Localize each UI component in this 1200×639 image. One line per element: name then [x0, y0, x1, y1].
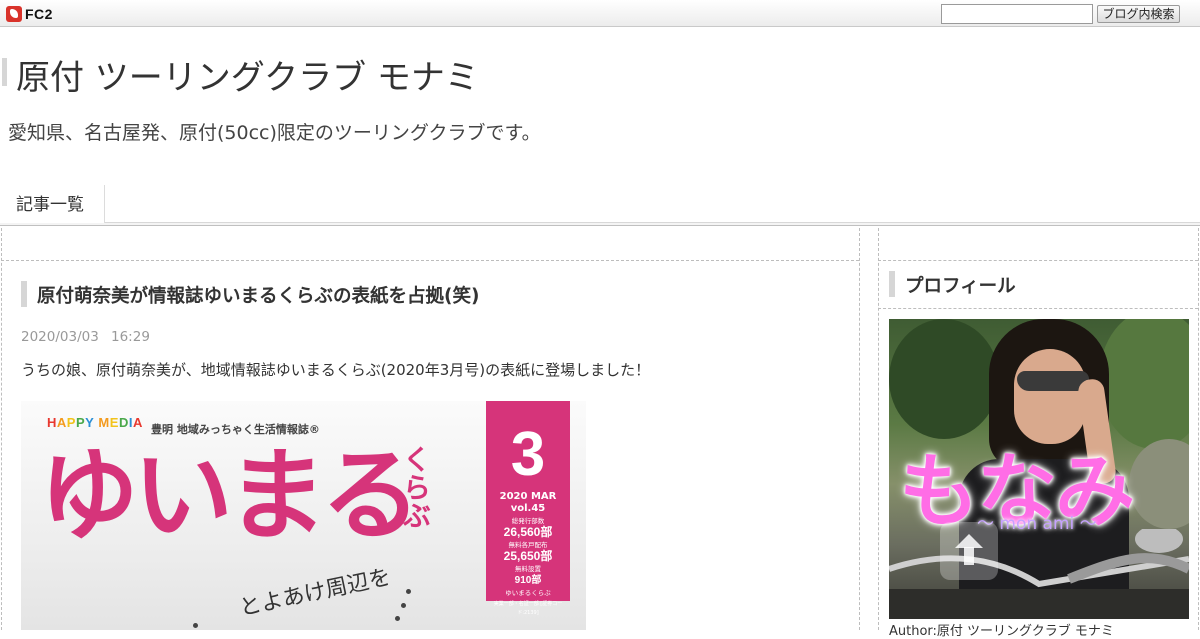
cover-dot — [406, 589, 411, 594]
fc2-logo-text: FC2 — [25, 5, 53, 22]
cover-publisher-note-2: 実業一部・名証一部 [証券コード:2139] — [493, 601, 563, 616]
page-top-arrow-icon[interactable] — [940, 522, 998, 580]
profile-heading: プロフィール — [905, 276, 1016, 297]
frame-line — [859, 228, 860, 630]
cover-placed: 910部 — [514, 575, 542, 586]
cover-issue-number: 3 — [510, 420, 546, 489]
frame-line — [1198, 228, 1199, 630]
fc2-fox-icon — [6, 5, 22, 22]
cover-circulation: 26,560部 — [503, 525, 553, 539]
cover-brand-letter: A — [56, 415, 67, 430]
cover-logo-kana: くらぶ — [399, 445, 432, 529]
cover-brand-letter: H — [47, 415, 57, 430]
nav-divider — [0, 222, 1200, 226]
magazine-cover-image[interactable]: HAPPY MEDIA 豊明 地域みっちゃく生活情報誌® ゆいまる くらぶ 3 … — [21, 401, 586, 630]
cover-delivered: 25,650部 — [503, 549, 553, 563]
cover-brand-letter: D — [118, 415, 129, 430]
cover-issue-date: 2020 MAR — [499, 491, 557, 502]
cover-publisher-note: ゆいまるくらぶ — [505, 589, 551, 597]
cover-tagline: とよあけ周辺を — [237, 564, 394, 622]
article-date: 2020/03/03 — [21, 329, 99, 345]
fc2-toolbar: FC2 ブログ内検索 — [0, 0, 1200, 27]
frame-line — [878, 308, 1198, 309]
cover-volume: vol.45 — [510, 503, 546, 514]
article-title-accent — [21, 281, 27, 307]
cover-issue-panel: 3 2020 MAR vol.45 総発行部数 26,560部 無料各戸配布 2… — [486, 401, 570, 616]
cover-placed-label: 無料設置 — [515, 565, 541, 573]
photo-foliage — [1129, 439, 1189, 529]
article-body-text: うちの娘、原付萌奈美が、地域情報誌ゆいまるくらぶ(2020年3月号)の表紙に登場… — [21, 361, 651, 379]
article-title[interactable]: 原付萌奈美が情報誌ゆいまるくらぶの表紙を占拠(笑) — [37, 282, 479, 308]
cover-brand-letter: P — [75, 415, 86, 430]
cover-subtitle: 豊明 地域みっちゃく生活情報誌® — [151, 423, 320, 436]
frame-line — [1, 228, 2, 630]
sidebar-title-accent — [889, 271, 895, 297]
frame-line — [878, 260, 1198, 261]
cover-brand-letter: P — [66, 415, 76, 430]
fc2-logo[interactable]: FC2 — [6, 5, 53, 22]
article-time: 16:29 — [111, 329, 150, 345]
cover-brand-letter: M — [98, 415, 110, 430]
cover-brand-letter: Y — [85, 415, 95, 430]
blog-search-input[interactable] — [941, 4, 1093, 24]
site-title[interactable]: 原付 ツーリングクラブ モナミ — [16, 50, 479, 99]
cover-dot — [193, 623, 198, 628]
cover-dot — [401, 603, 406, 608]
frame-line — [878, 228, 879, 630]
blog-search-button[interactable]: ブログ内検索 — [1097, 5, 1180, 23]
global-nav: 記事一覧 — [0, 185, 1200, 227]
cover-brand-letter: A — [132, 415, 143, 430]
profile-photo[interactable]: もなみ 〜 mon ami 〜 — [889, 319, 1189, 619]
photo-foliage — [889, 319, 999, 439]
cover-brand-logo: HAPPY MEDIA — [47, 415, 143, 430]
site-description: 愛知県、名古屋発、原付(50cc)限定のツーリングクラブです。 — [8, 122, 541, 144]
nav-item-article-list[interactable]: 記事一覧 — [0, 185, 105, 223]
cover-logo: ゆいまる — [39, 437, 421, 554]
cover-dot — [395, 616, 400, 621]
frame-line — [1, 260, 859, 261]
title-accent-bar — [2, 58, 7, 86]
cover-brand-letter: E — [109, 415, 119, 430]
